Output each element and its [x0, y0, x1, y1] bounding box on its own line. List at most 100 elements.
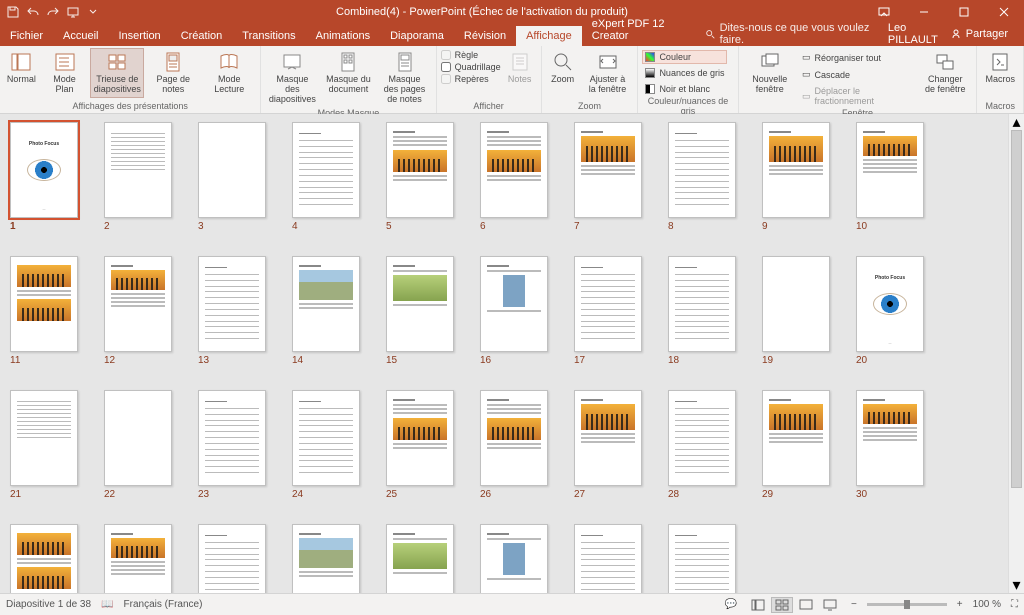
tab-insertion[interactable]: Insertion — [108, 26, 170, 46]
slide-sorter-pane[interactable]: Photo Focus—1234567891011121314151617181… — [0, 114, 1024, 593]
switch-window-button[interactable]: Changer de fenêtre — [918, 48, 972, 98]
redo-icon[interactable] — [46, 5, 60, 19]
slide-thumbnail[interactable]: 11 — [10, 256, 78, 366]
user-name[interactable]: Leo PILLAULT — [888, 22, 938, 46]
sorter-view-status-button[interactable] — [771, 597, 793, 613]
zoom-slider[interactable] — [867, 603, 947, 606]
tell-me-search[interactable]: Dites-nous ce que vous voulez faire. — [697, 22, 877, 46]
outline-view-button[interactable]: Mode Plan — [41, 48, 89, 98]
slide-thumbnail[interactable]: 32 — [104, 524, 172, 593]
undo-icon[interactable] — [26, 5, 40, 19]
ribbon-display-icon[interactable] — [864, 0, 904, 24]
comments-icon[interactable]: 💬 — [725, 599, 737, 610]
qat-dropdown-icon[interactable] — [86, 5, 100, 19]
normal-view-button[interactable]: Normal — [4, 48, 39, 88]
reading-view-button[interactable]: Mode Lecture — [202, 48, 256, 98]
slide-thumbnail[interactable]: 8 — [668, 122, 736, 232]
notes-master-button[interactable]: Masque des pages de notes — [377, 48, 431, 108]
cascade-button[interactable]: ▭Cascade — [799, 67, 916, 82]
slide-thumbnail[interactable]: 18 — [668, 256, 736, 366]
slide-thumbnail[interactable]: 26 — [480, 390, 548, 500]
new-window-icon — [759, 51, 781, 73]
zoom-out-button[interactable]: − — [851, 599, 857, 610]
slide-thumbnail[interactable]: 7 — [574, 122, 642, 232]
tab-transitions[interactable]: Transitions — [232, 26, 305, 46]
slide-thumbnail[interactable]: 29 — [762, 390, 830, 500]
slide-thumbnail[interactable]: 35 — [386, 524, 454, 593]
slide-thumbnail[interactable]: 17 — [574, 256, 642, 366]
slide-thumbnail[interactable]: 27 — [574, 390, 642, 500]
close-icon[interactable] — [984, 0, 1024, 24]
spellcheck-icon[interactable]: 📖 — [101, 599, 113, 610]
handout-master-button[interactable]: Masque du document — [321, 48, 375, 98]
new-window-button[interactable]: Nouvelle fenêtre — [743, 48, 797, 98]
tab-accueil[interactable]: Accueil — [53, 26, 108, 46]
fit-window-button[interactable]: Ajuster à la fenêtre — [582, 48, 634, 98]
slide-master-button[interactable]: Masque des diapositives — [265, 48, 319, 108]
slide-thumbnail[interactable]: 3 — [198, 122, 266, 232]
bw-mode-button[interactable]: Noir et blanc — [642, 82, 727, 96]
fit-to-window-status-button[interactable]: ⛶ — [1011, 599, 1018, 610]
vertical-scrollbar[interactable]: ▴ ▾ — [1008, 114, 1024, 593]
slide-thumbnail[interactable]: 38 — [668, 524, 736, 593]
tab-animations[interactable]: Animations — [306, 26, 380, 46]
minimize-icon[interactable] — [904, 0, 944, 24]
slide-thumbnail[interactable]: 21 — [10, 390, 78, 500]
zoom-level[interactable]: 100 % — [973, 599, 1001, 610]
tab-revision[interactable]: Révision — [454, 26, 516, 46]
tab-expert-pdf[interactable]: eXpert PDF 12 Creator — [582, 14, 698, 46]
normal-view-status-button[interactable] — [747, 597, 769, 613]
tab-diaporama[interactable]: Diaporama — [380, 26, 454, 46]
notes-page-button[interactable]: Page de notes — [146, 48, 200, 98]
slide-thumbnail[interactable]: 33 — [198, 524, 266, 593]
zoom-button[interactable]: Zoom — [546, 48, 580, 88]
slide-thumbnail[interactable]: 23 — [198, 390, 266, 500]
slide-count-status[interactable]: Diapositive 1 de 38 — [6, 599, 91, 610]
slide-thumbnail[interactable]: 12 — [104, 256, 172, 366]
slide-thumbnail[interactable]: 19 — [762, 256, 830, 366]
slide-thumbnail[interactable]: 13 — [198, 256, 266, 366]
slide-thumbnail[interactable]: 15 — [386, 256, 454, 366]
scroll-up-icon[interactable]: ▴ — [1009, 114, 1024, 130]
language-status[interactable]: Français (France) — [124, 599, 203, 610]
slide-thumbnail[interactable]: Photo Focus—20 — [856, 256, 924, 366]
grayscale-mode-button[interactable]: Nuances de gris — [642, 66, 727, 80]
slide-thumbnail[interactable]: 14 — [292, 256, 360, 366]
slide-thumbnail[interactable]: 16 — [480, 256, 548, 366]
slide-thumbnail[interactable]: Photo Focus—1 — [10, 122, 78, 232]
color-mode-button[interactable]: Couleur — [642, 50, 727, 64]
slide-thumbnail[interactable]: 10 — [856, 122, 924, 232]
scrollbar-thumb[interactable] — [1011, 130, 1022, 488]
slide-thumbnail[interactable]: 4 — [292, 122, 360, 232]
slideshow-status-button[interactable] — [819, 597, 841, 613]
gridlines-checkbox[interactable]: Quadrillage — [441, 62, 501, 72]
slide-thumbnail[interactable]: 30 — [856, 390, 924, 500]
slide-sorter-button[interactable]: Trieuse de diapositives — [90, 48, 144, 98]
tab-affichage[interactable]: Affichage — [516, 26, 582, 46]
slide-thumbnail[interactable]: 9 — [762, 122, 830, 232]
slide-thumbnail[interactable]: 36 — [480, 524, 548, 593]
slide-thumbnail[interactable]: 25 — [386, 390, 454, 500]
tab-fichier[interactable]: Fichier — [0, 26, 53, 46]
arrange-all-button[interactable]: ▭Réorganiser tout — [799, 50, 916, 65]
macros-button[interactable]: Macros — [981, 48, 1019, 88]
slide-thumbnail[interactable]: 31 — [10, 524, 78, 593]
ruler-checkbox[interactable]: Règle — [441, 50, 501, 60]
reading-view-status-button[interactable] — [795, 597, 817, 613]
start-slideshow-icon[interactable] — [66, 5, 80, 19]
scroll-down-icon[interactable]: ▾ — [1009, 577, 1024, 593]
slide-thumbnail[interactable]: 34 — [292, 524, 360, 593]
slide-thumbnail[interactable]: 28 — [668, 390, 736, 500]
slide-thumbnail[interactable]: 22 — [104, 390, 172, 500]
zoom-in-button[interactable]: + — [957, 599, 963, 610]
share-button[interactable]: Partager — [944, 26, 1014, 42]
slide-thumbnail[interactable]: 24 — [292, 390, 360, 500]
maximize-icon[interactable] — [944, 0, 984, 24]
tab-creation[interactable]: Création — [171, 26, 233, 46]
slide-thumbnail[interactable]: 6 — [480, 122, 548, 232]
guides-checkbox[interactable]: Repères — [441, 74, 501, 84]
slide-thumbnail[interactable]: 2 — [104, 122, 172, 232]
slide-thumbnail[interactable]: 37 — [574, 524, 642, 593]
slide-thumbnail[interactable]: 5 — [386, 122, 454, 232]
save-icon[interactable] — [6, 5, 20, 19]
